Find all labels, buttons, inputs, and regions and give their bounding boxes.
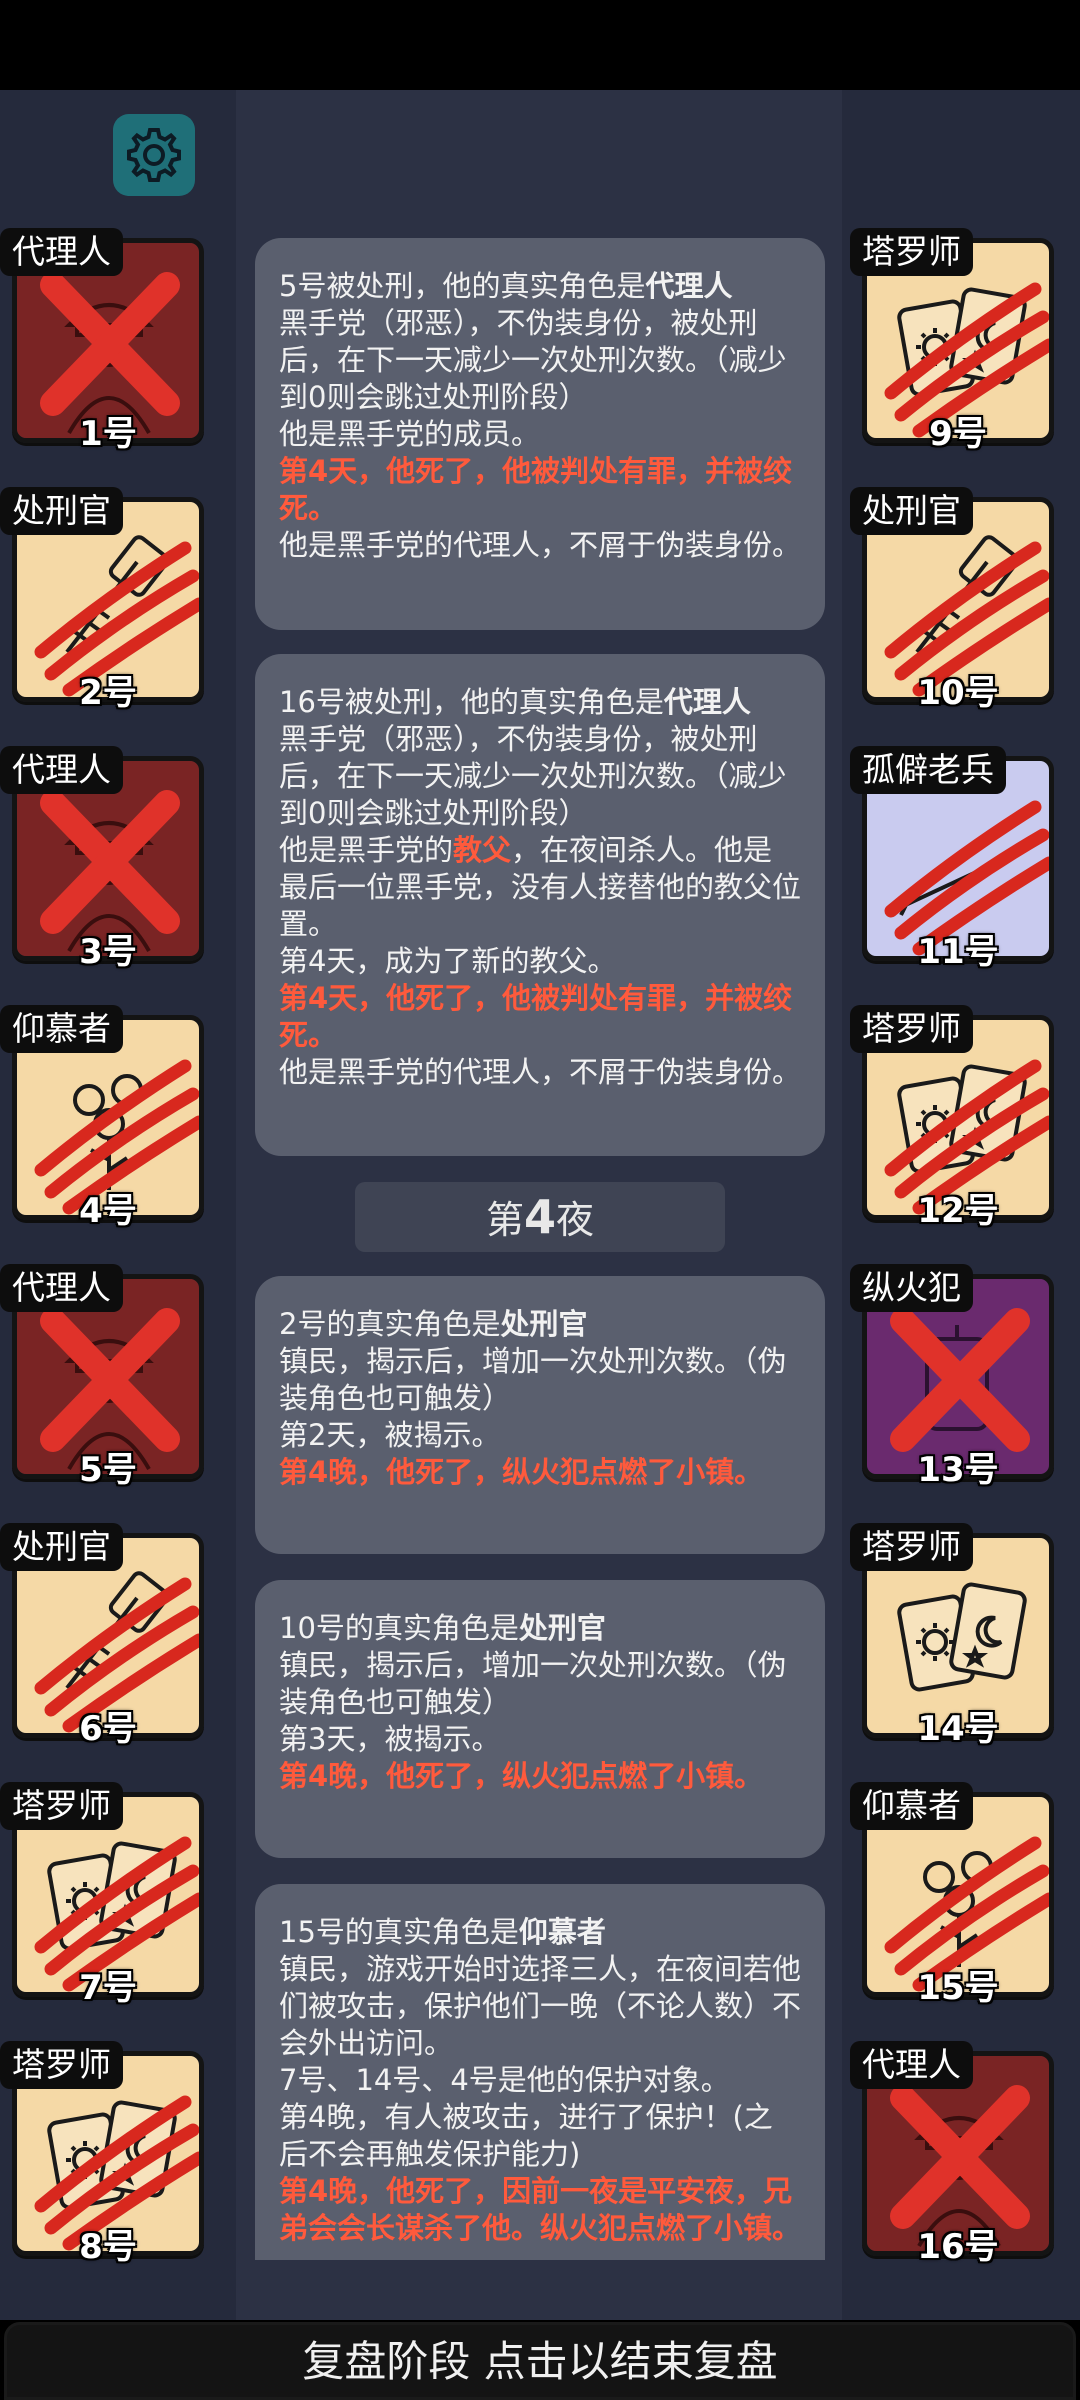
entry-head: 16号被处刑，他的真实角色是 bbox=[279, 685, 664, 719]
entry-death: 第4晚，他死了，因前一夜是平安夜，兄弟会会长谋杀了他。纵火犯点燃了小镇。 bbox=[279, 2174, 802, 2245]
log-entry: 10号的真实角色是处刑官 镇民，揭示后，增加一次处刑次数。（伪装角色也可触发） … bbox=[255, 1580, 825, 1858]
entry-desc: 黑手党（邪恶），不伪装身份，被处刑后，在下一天减少一次处刑次数。（减少到0则会跳… bbox=[279, 722, 787, 830]
role-tag: 塔罗师 bbox=[0, 2041, 123, 2089]
player-card-11[interactable]: 孤僻老兵 11号 bbox=[850, 746, 1055, 972]
entry-death: 第4晚，他死了，纵火犯点燃了小镇。 bbox=[279, 1455, 764, 1489]
player-card-8[interactable]: 塔罗师 8号 bbox=[0, 2041, 205, 2267]
log-entry: 2号的真实角色是处刑官 镇民，揭示后，增加一次处刑次数。（伪装角色也可触发） 第… bbox=[255, 1276, 825, 1554]
entry-role: 代理人 bbox=[645, 269, 733, 303]
entry-head: 2号的真实角色是 bbox=[279, 1307, 501, 1341]
entry-line: 第3天，被揭示。 bbox=[279, 1722, 501, 1756]
role-tag: 仰慕者 bbox=[0, 1005, 123, 1053]
entry-line: 他是黑手党的成员。 bbox=[279, 417, 541, 451]
player-card-7[interactable]: 塔罗师 7号 bbox=[0, 1782, 205, 2008]
role-tag: 塔罗师 bbox=[850, 1523, 973, 1571]
seat-number: 1号 bbox=[79, 414, 137, 454]
role-tag: 处刑官 bbox=[0, 487, 123, 535]
status-bar bbox=[0, 0, 1080, 90]
entry-line: 第4天，成为了新的教父。 bbox=[279, 944, 617, 978]
gear-icon bbox=[127, 128, 181, 182]
seat-number: 14号 bbox=[917, 1709, 999, 1749]
end-review-button[interactable]: 复盘阶段 点击以结束复盘 bbox=[4, 2322, 1076, 2400]
entry-line: 第4晚，有人被攻击，进行了保护！(之后不会再触发保护能力) bbox=[279, 2100, 773, 2171]
seat-number: 9号 bbox=[929, 414, 987, 454]
review-log[interactable]: 5号被处刑，他的真实角色是代理人 黑手党（邪恶），不伪装身份，被处刑后，在下一天… bbox=[255, 238, 825, 2260]
log-entry: 5号被处刑，他的真实角色是代理人 黑手党（邪恶），不伪装身份，被处刑后，在下一天… bbox=[255, 238, 825, 630]
entry-line: 他是黑手党的代理人，不屑于伪装身份。 bbox=[279, 528, 802, 562]
player-card-16[interactable]: 代理人 16号 bbox=[850, 2041, 1055, 2267]
role-tag: 仰慕者 bbox=[850, 1782, 973, 1830]
entry-highlight: 教父 bbox=[453, 833, 512, 867]
player-card-12[interactable]: 塔罗师 12号 bbox=[850, 1005, 1055, 1231]
seat-number: 3号 bbox=[79, 932, 137, 972]
role-tag: 代理人 bbox=[850, 2041, 973, 2089]
role-tag: 代理人 bbox=[0, 1264, 123, 1312]
player-card-13[interactable]: 纵火犯 13号 bbox=[850, 1264, 1055, 1490]
log-entry: 16号被处刑，他的真实角色是代理人 黑手党（邪恶），不伪装身份，被处刑后，在下一… bbox=[255, 654, 825, 1156]
entry-head: 10号的真实角色是 bbox=[279, 1611, 519, 1645]
entry-death: 第4晚，他死了，纵火犯点燃了小镇。 bbox=[279, 1759, 764, 1793]
night-number: 4 bbox=[523, 1190, 556, 1244]
player-card-6[interactable]: 处刑官 6号 bbox=[0, 1523, 205, 1749]
entry-desc: 镇民，揭示后，增加一次处刑次数。（伪装角色也可触发） bbox=[279, 1344, 787, 1415]
entry-line: 他是黑手党的 bbox=[279, 833, 454, 867]
settings-button[interactable] bbox=[113, 114, 195, 196]
player-card-4[interactable]: 仰慕者 4号 bbox=[0, 1005, 205, 1231]
role-tag: 孤僻老兵 bbox=[850, 746, 1006, 794]
entry-role: 处刑官 bbox=[500, 1307, 588, 1341]
entry-role: 处刑官 bbox=[518, 1611, 606, 1645]
role-tag: 代理人 bbox=[0, 228, 123, 276]
entry-death: 第4天，他死了，他被判处有罪，并被绞死。 bbox=[279, 454, 793, 525]
seat-number: 8号 bbox=[79, 2227, 137, 2267]
night-prefix: 第 bbox=[485, 1198, 524, 1242]
log-entry: 15号的真实角色是仰慕者 镇民，游戏开始时选择三人，在夜间若他们被攻击，保护他们… bbox=[255, 1884, 825, 2260]
night-divider: 第4夜 bbox=[355, 1182, 725, 1252]
entry-role: 仰慕者 bbox=[518, 1915, 606, 1949]
role-tag: 塔罗师 bbox=[850, 228, 973, 276]
player-card-9[interactable]: 塔罗师 9号 bbox=[850, 228, 1055, 454]
player-card-3[interactable]: 代理人 3号 bbox=[0, 746, 205, 972]
seat-number: 7号 bbox=[79, 1968, 137, 2008]
role-tag: 处刑官 bbox=[0, 1523, 123, 1571]
player-card-10[interactable]: 处刑官 10号 bbox=[850, 487, 1055, 713]
role-tag: 纵火犯 bbox=[850, 1264, 973, 1312]
entry-line: 他是黑手党的代理人，不屑于伪装身份。 bbox=[279, 1055, 802, 1089]
role-tag: 塔罗师 bbox=[850, 1005, 973, 1053]
seat-number: 2号 bbox=[79, 673, 137, 713]
night-suffix: 夜 bbox=[556, 1198, 595, 1242]
seat-number: 16号 bbox=[917, 2227, 999, 2267]
entry-desc: 镇民，揭示后，增加一次处刑次数。（伪装角色也可触发） bbox=[279, 1648, 787, 1719]
seat-number: 10号 bbox=[917, 673, 999, 713]
seat-number: 13号 bbox=[917, 1450, 999, 1490]
entry-death: 第4天，他死了，他被判处有罪，并被绞死。 bbox=[279, 981, 793, 1052]
seat-number: 11号 bbox=[917, 932, 999, 972]
seat-number: 15号 bbox=[917, 1968, 999, 2008]
entry-role: 代理人 bbox=[663, 685, 751, 719]
entry-line: 7号、14号、4号是他的保护对象。 bbox=[279, 2063, 730, 2097]
player-card-1[interactable]: 代理人 1号 bbox=[0, 228, 205, 454]
seat-number: 12号 bbox=[917, 1191, 999, 1231]
seat-number: 6号 bbox=[79, 1709, 137, 1749]
entry-line: 第2天，被揭示。 bbox=[279, 1418, 501, 1452]
entry-desc: 黑手党（邪恶），不伪装身份，被处刑后，在下一天减少一次处刑次数。（减少到0则会跳… bbox=[279, 306, 787, 414]
entry-head: 15号的真实角色是 bbox=[279, 1915, 519, 1949]
entry-desc: 镇民，游戏开始时选择三人，在夜间若他们被攻击，保护他们一晚（不论人数）不会外出访… bbox=[279, 1952, 802, 2060]
player-card-15[interactable]: 仰慕者 15号 bbox=[850, 1782, 1055, 2008]
player-card-14[interactable]: 塔罗师 14号 bbox=[850, 1523, 1055, 1749]
role-tag: 代理人 bbox=[0, 746, 123, 794]
role-tag: 处刑官 bbox=[850, 487, 973, 535]
entry-head: 5号被处刑，他的真实角色是 bbox=[279, 269, 646, 303]
seat-number: 5号 bbox=[79, 1450, 137, 1490]
player-card-2[interactable]: 处刑官 2号 bbox=[0, 487, 205, 713]
role-tag: 塔罗师 bbox=[0, 1782, 123, 1830]
player-card-5[interactable]: 代理人 5号 bbox=[0, 1264, 205, 1490]
seat-number: 4号 bbox=[79, 1191, 137, 1231]
